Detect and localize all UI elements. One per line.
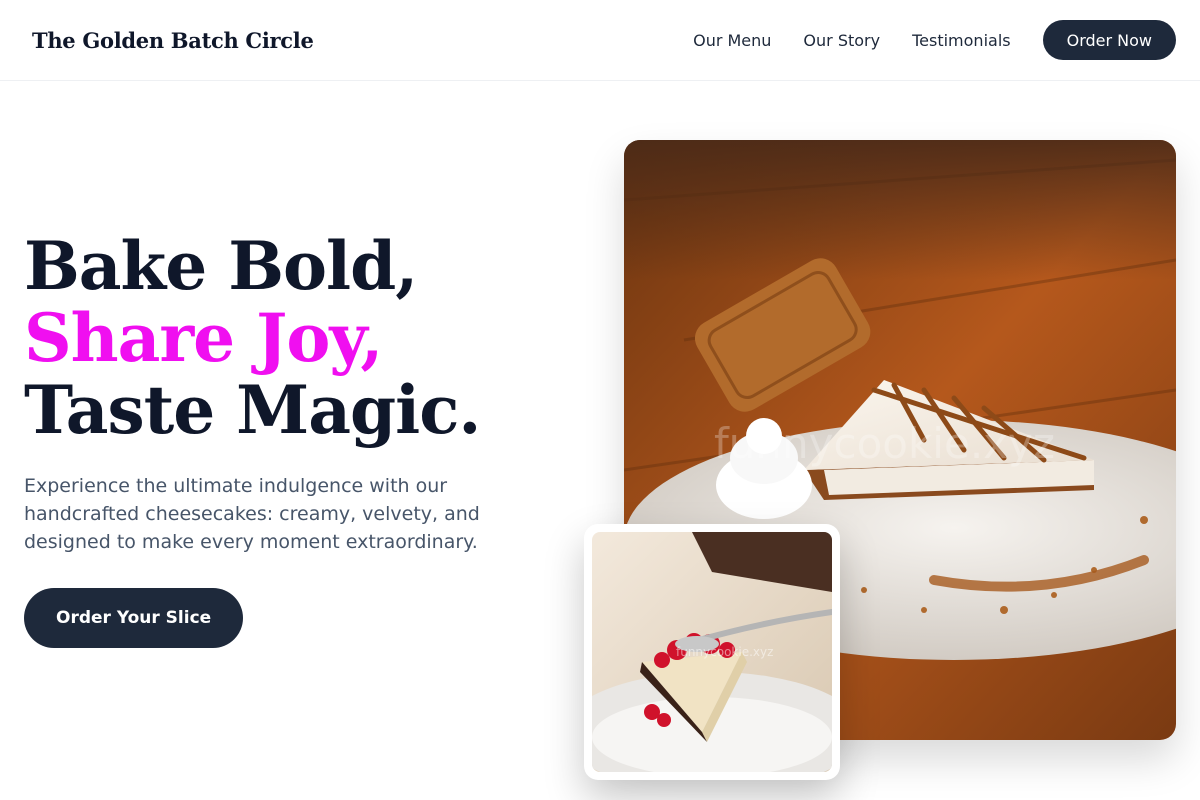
nav-link-our-story[interactable]: Our Story	[803, 31, 880, 50]
order-now-button[interactable]: Order Now	[1042, 20, 1176, 60]
hero-title-line-1: Bake Bold,	[24, 227, 418, 305]
main-image-watermark: funnycookie.xyz	[714, 419, 1055, 468]
hero-title-line-3: Taste Magic.	[24, 371, 481, 449]
hero-title: Bake Bold, Share Joy, Taste Magic.	[24, 227, 481, 449]
inset-cheesecake-card: funnycookie.xyz	[584, 524, 840, 780]
hero-description: Experience the ultimate indulgence with …	[24, 475, 480, 553]
brand-logo[interactable]: The Golden Batch Circle	[32, 28, 314, 53]
inset-cheesecake-image: funnycookie.xyz	[592, 532, 832, 772]
main-nav: Our Menu Our Story Testimonials Order No…	[693, 20, 1176, 60]
nav-link-testimonials[interactable]: Testimonials	[912, 31, 1011, 50]
order-your-slice-button[interactable]: Order Your Slice	[24, 588, 244, 648]
hero-title-line-2: Share Joy,	[24, 299, 383, 377]
nav-link-our-menu[interactable]: Our Menu	[693, 31, 771, 50]
inset-image-watermark: funnycookie.xyz	[676, 645, 773, 659]
site-header: The Golden Batch Circle Our Menu Our Sto…	[0, 0, 1200, 81]
